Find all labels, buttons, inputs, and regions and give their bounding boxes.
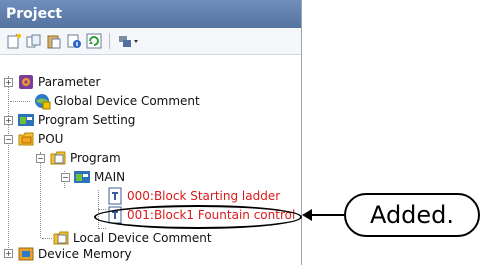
tree-item-program-setting[interactable]: Program Setting — [17, 111, 135, 129]
tree-item-label: Local Device Comment — [73, 231, 212, 245]
toolbar-separator — [109, 33, 110, 49]
tree-item-label: Parameter — [38, 75, 101, 89]
expand-device-memory-toggle[interactable]: + — [4, 249, 13, 258]
paste-icon[interactable] — [46, 33, 62, 49]
panel-title: Project — [0, 0, 301, 28]
refresh-icon[interactable] — [86, 33, 102, 49]
tree-item-ladder-000[interactable]: 000:Block Starting ladder — [106, 187, 280, 205]
tree-item-label: Program Setting — [38, 113, 136, 127]
collapse-program-toggle[interactable]: − — [36, 154, 45, 163]
tree-item-global-device-comment[interactable]: Global Device Comment — [33, 92, 200, 110]
program-folder-icon — [49, 149, 67, 167]
properties-icon[interactable] — [66, 33, 82, 49]
settings-dropdown-icon[interactable] — [117, 33, 141, 49]
collapse-main-toggle[interactable]: − — [61, 173, 70, 182]
expand-parameter-toggle[interactable]: + — [4, 78, 13, 87]
new-data-icon[interactable] — [6, 33, 22, 49]
tree-item-pou[interactable]: POU — [17, 130, 63, 148]
pou-icon — [17, 130, 35, 148]
ladder-program-icon — [106, 187, 124, 205]
project-tree: + + − − − + Parameter Global Device Comm… — [0, 55, 302, 265]
copy-icon[interactable] — [26, 33, 42, 49]
added-callout: Added. — [344, 193, 480, 237]
tree-item-label: Program — [70, 151, 121, 165]
tree-item-label: Device Memory — [38, 247, 132, 261]
tree-item-label: POU — [38, 132, 64, 146]
parameter-icon — [17, 73, 35, 91]
callout-arrow — [310, 214, 344, 216]
global-comment-icon — [33, 92, 51, 110]
tree-item-parameter[interactable]: Parameter — [17, 73, 100, 91]
program-setting-icon — [17, 111, 35, 129]
expand-program-setting-toggle[interactable]: + — [4, 116, 13, 125]
main-program-icon — [73, 168, 91, 186]
project-toolbar — [0, 28, 301, 55]
tree-item-program[interactable]: Program — [49, 149, 121, 167]
tree-item-label: Global Device Comment — [54, 94, 200, 108]
tree-item-main[interactable]: MAIN — [73, 168, 125, 186]
highlight-ellipse — [94, 205, 302, 229]
device-memory-icon — [17, 245, 35, 263]
tree-item-label: MAIN — [94, 170, 126, 184]
tree-item-device-memory[interactable]: Device Memory — [17, 245, 132, 263]
tree-item-label: 000:Block Starting ladder — [127, 189, 281, 203]
collapse-pou-toggle[interactable]: − — [4, 135, 13, 144]
